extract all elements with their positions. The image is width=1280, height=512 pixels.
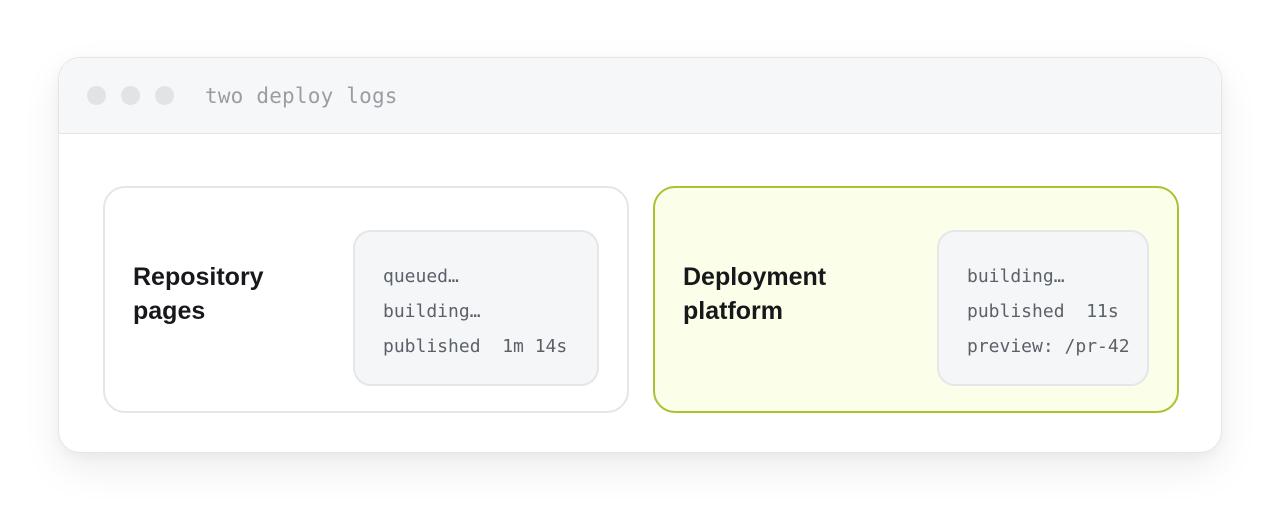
log-line: preview: /pr-42 [967, 336, 1130, 357]
window-content: Repository pages queued… building… publi… [59, 134, 1221, 452]
log-line: queued… [383, 266, 459, 287]
log-line: building… [967, 266, 1065, 287]
window-control-dot[interactable] [87, 86, 106, 105]
deploy-log: queued… building… published 1m 14s [353, 230, 599, 386]
window-title: two deploy logs [205, 83, 398, 108]
card-title: Repository pages [133, 263, 264, 325]
card-title: Deployment platform [683, 263, 827, 325]
log-line: building… [383, 301, 481, 322]
deployment-platform-card: Deployment platform building… published … [653, 186, 1179, 413]
window-control-dot[interactable] [155, 86, 174, 105]
log-line: published 1m 14s [383, 336, 568, 357]
window-control-dot[interactable] [121, 86, 140, 105]
deploy-log: building… published 11s preview: /pr-42 [937, 230, 1149, 386]
deploy-logs-window: two deploy logs Repository pages queued…… [58, 57, 1222, 453]
repository-pages-card: Repository pages queued… building… publi… [103, 186, 629, 413]
log-line: published 11s [967, 301, 1119, 322]
title-bar: two deploy logs [59, 58, 1221, 134]
